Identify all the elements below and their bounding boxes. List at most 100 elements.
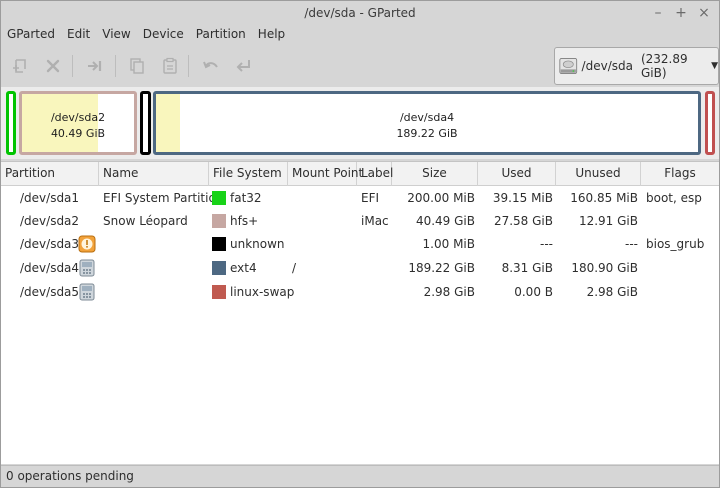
paste-button[interactable] (158, 54, 182, 78)
cell-size: 200.00 MiB (407, 191, 475, 205)
copy-button[interactable] (125, 54, 149, 78)
cell-partition: /dev/sda1 (20, 191, 80, 205)
device-selector[interactable]: /dev/sda (232.89 GiB) ▼ (554, 47, 719, 85)
toolbar-separator (72, 55, 73, 77)
cell-name: EFI System Partition (103, 191, 224, 205)
cell-used: --- (540, 237, 553, 251)
cell-label: iMac (361, 214, 389, 228)
table-row[interactable]: /dev/sda1 EFI System Partition fat32 EFI… (1, 186, 719, 210)
resize-move-button[interactable] (83, 54, 107, 78)
cell-size: 2.98 GiB (423, 285, 475, 299)
delete-icon (46, 59, 60, 73)
column-header-mountpoint[interactable]: Mount Point (288, 162, 363, 186)
dropdown-arrow-icon: ▼ (711, 61, 718, 71)
partition-block-sda1[interactable] (6, 91, 16, 155)
copy-icon (130, 58, 144, 74)
toolbar: /dev/sda (232.89 GiB) ▼ (1, 45, 719, 87)
new-partition-icon (13, 59, 26, 73)
close-button[interactable]: × (695, 4, 713, 22)
cell-partition: /dev/sda5 (20, 285, 80, 299)
title-bar: /dev/sda - GParted – + × (1, 1, 719, 27)
cell-size: 1.00 MiB (422, 237, 475, 251)
cell-partition: /dev/sda4 (20, 261, 80, 275)
device-name: /dev/sda (581, 59, 633, 73)
menu-gparted[interactable]: GParted (1, 26, 61, 44)
warning-icon (78, 235, 96, 253)
minimize-button[interactable]: – (649, 4, 667, 22)
partition-table: Partition Name File System Mount Point L… (1, 161, 719, 464)
partition-block-size: 40.49 GiB (50, 127, 106, 140)
toolbar-separator (115, 55, 116, 77)
filesystem-color-swatch (212, 191, 226, 205)
cell-unused: 160.85 MiB (570, 191, 638, 205)
resize-move-icon (88, 61, 102, 71)
partition-block-sda4[interactable]: /dev/sda4 189.22 GiB (153, 91, 701, 155)
cell-size: 40.49 GiB (415, 214, 475, 228)
maximize-button[interactable]: + (672, 4, 690, 22)
column-header-size[interactable]: Size (392, 162, 478, 186)
menu-device[interactable]: Device (137, 26, 190, 44)
filesystem-color-swatch (212, 261, 226, 275)
lock-icon (79, 283, 95, 301)
menu-edit[interactable]: Edit (61, 26, 96, 44)
undo-icon (203, 61, 218, 69)
partition-block-sda2[interactable]: /dev/sda2 40.49 GiB (19, 91, 137, 155)
filesystem-color-swatch (212, 214, 226, 228)
cell-used: 0.00 B (514, 285, 553, 299)
column-header-flags[interactable]: Flags (641, 162, 719, 186)
table-row[interactable]: /dev/sda2 Snow Léopard hfs+ iMac 40.49 G… (1, 209, 719, 233)
partition-map: /dev/sda2 40.49 GiB /dev/sda4 189.22 GiB (1, 87, 719, 159)
menu-bar: GParted Edit View Device Partition Help (1, 26, 719, 44)
partition-block-label: /dev/sda2 40.49 GiB (22, 110, 134, 142)
cell-filesystem: linux-swap (230, 285, 295, 299)
operations-pending-text: 0 operations pending (6, 469, 134, 483)
column-header-unused[interactable]: Unused (556, 162, 641, 186)
partition-block-label: /dev/sda4 189.22 GiB (156, 110, 698, 142)
table-header: Partition Name File System Mount Point L… (1, 162, 719, 186)
cell-partition: /dev/sda2 (20, 214, 80, 228)
device-size: (232.89 GiB) (640, 52, 688, 80)
apply-button[interactable] (232, 54, 256, 78)
cell-unused: --- (625, 237, 638, 251)
partition-block-size: 189.22 GiB (396, 127, 458, 140)
partition-block-name: /dev/sda4 (399, 111, 455, 124)
window-title: /dev/sda - GParted (304, 6, 416, 20)
cell-unused: 12.91 GiB (578, 214, 638, 228)
cell-unused: 2.98 GiB (586, 285, 638, 299)
partition-block-name: /dev/sda2 (50, 111, 106, 124)
apply-icon (236, 60, 250, 72)
menu-view[interactable]: View (96, 26, 136, 44)
cell-unused: 180.90 GiB (571, 261, 638, 275)
cell-used: 39.15 MiB (492, 191, 553, 205)
column-header-partition[interactable]: Partition (1, 162, 99, 186)
hard-disk-icon (559, 57, 578, 75)
partition-block-sda5[interactable] (705, 91, 715, 155)
status-bar: 0 operations pending (1, 465, 719, 487)
table-row[interactable]: /dev/sda4 ext4 / 189.22 GiB 8.31 GiB 180… (1, 256, 719, 280)
table-row[interactable]: /dev/sda5 linux-swap 2.98 GiB 0.00 B 2.9… (1, 280, 719, 304)
cell-flags: bios_grub (646, 237, 705, 251)
table-row[interactable]: /dev/sda3 unknown 1.00 MiB --- --- bios_… (1, 232, 719, 256)
cell-used: 27.58 GiB (493, 214, 553, 228)
column-header-used[interactable]: Used (478, 162, 556, 186)
cell-size: 189.22 GiB (408, 261, 475, 275)
cell-used: 8.31 GiB (501, 261, 553, 275)
menu-partition[interactable]: Partition (190, 26, 252, 44)
new-partition-button[interactable] (8, 54, 32, 78)
lock-icon (79, 259, 95, 277)
cell-flags: boot, esp (646, 191, 702, 205)
column-header-filesystem[interactable]: File System (209, 162, 288, 186)
column-header-name[interactable]: Name (99, 162, 209, 186)
filesystem-color-swatch (212, 285, 226, 299)
cell-filesystem: fat32 (230, 191, 262, 205)
cell-mountpoint: / (292, 261, 297, 275)
cell-name: Snow Léopard (103, 214, 188, 228)
cell-label: EFI (361, 191, 380, 205)
menu-help[interactable]: Help (252, 26, 291, 44)
undo-button[interactable] (199, 54, 223, 78)
cell-filesystem: unknown (230, 237, 285, 251)
paste-icon (163, 57, 177, 74)
column-header-label[interactable]: Label (357, 162, 393, 186)
partition-block-sda3[interactable] (140, 91, 151, 155)
delete-button[interactable] (41, 54, 65, 78)
